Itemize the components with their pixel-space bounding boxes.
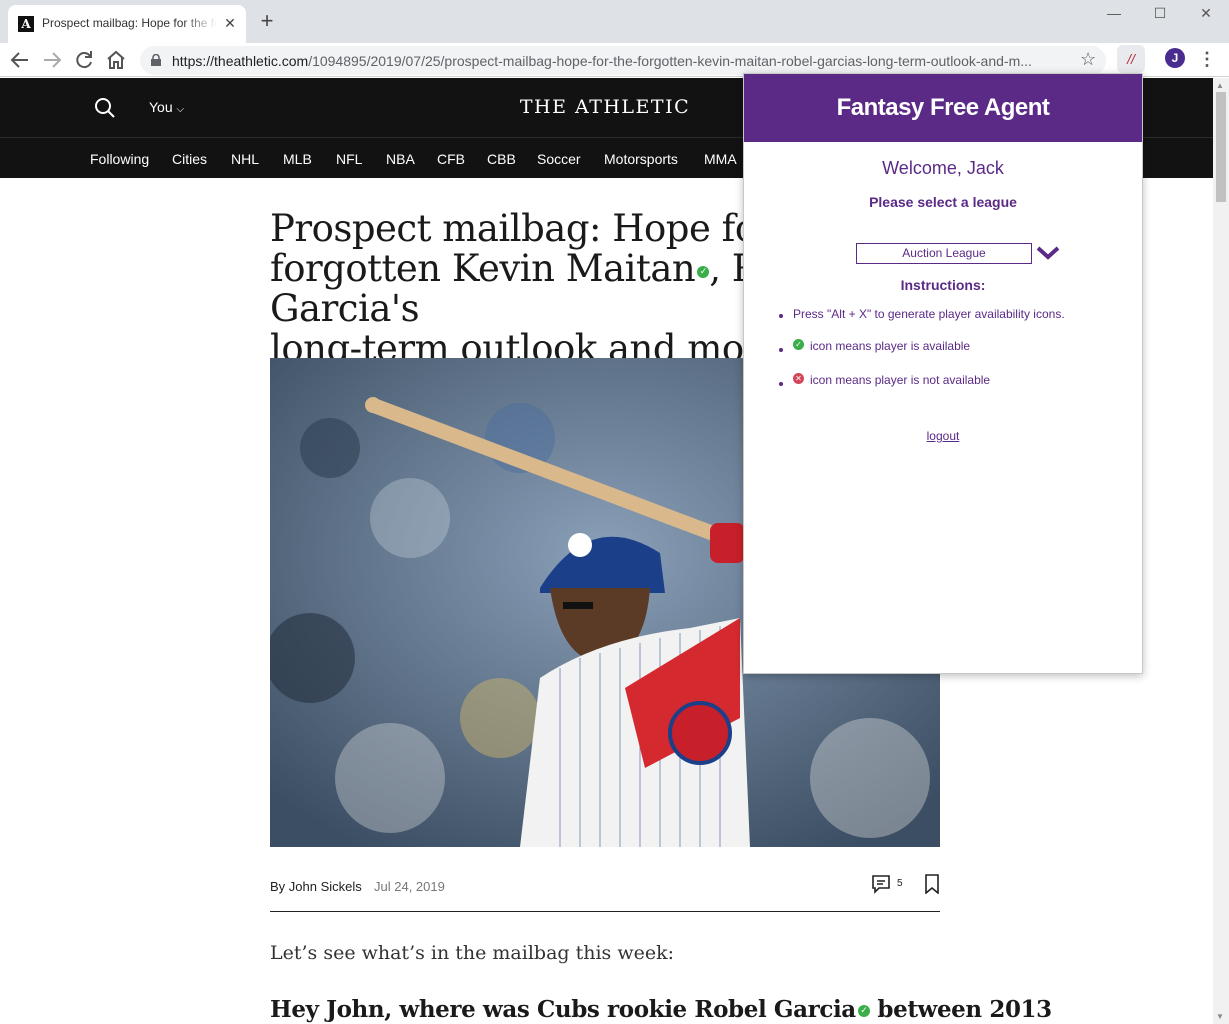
popup-title: Fantasy Free Agent — [836, 94, 1050, 121]
comment-count[interactable]: 5 — [897, 878, 903, 889]
you-menu[interactable]: You ⌵ — [149, 99, 184, 115]
article-intro: Let’s see what’s in the mailbag this wee… — [270, 942, 675, 964]
search-icon[interactable] — [93, 96, 117, 120]
site-logo[interactable]: THE ATHLETIC — [512, 96, 698, 118]
site-favicon-icon: A — [18, 16, 34, 32]
instruction-2: ✓ icon means player is available — [793, 339, 970, 353]
browser-tab[interactable]: A Prospect mailbag: Hope for the forgott… — [8, 5, 246, 43]
divider — [270, 911, 940, 912]
url-text: https://theathletic.com/1094895/2019/07/… — [172, 53, 1032, 69]
profile-avatar[interactable]: J — [1165, 48, 1185, 68]
scroll-up-icon[interactable]: ▲ — [1216, 81, 1224, 90]
scroll-thumb[interactable] — [1216, 92, 1226, 202]
league-select[interactable]: Auction League — [856, 243, 1032, 264]
logout-link[interactable]: logout — [744, 429, 1142, 443]
instruction-1: Press "Alt + X" to generate player avail… — [793, 307, 1065, 321]
bookmark-icon[interactable] — [924, 874, 940, 894]
nav-item-mlb[interactable]: MLB — [283, 151, 312, 167]
minimize-icon[interactable]: — — [1091, 2, 1137, 28]
nav-item-mma[interactable]: MMA — [704, 151, 737, 167]
league-prompt: Please select a league — [869, 194, 1017, 210]
unavailable-x-icon: ✕ — [793, 373, 804, 384]
comment-icon[interactable] — [871, 874, 891, 894]
nav-item-nfl[interactable]: NFL — [336, 151, 362, 167]
nav-item-motorsports[interactable]: Motorsports — [604, 151, 678, 167]
nav-item-nba[interactable]: NBA — [386, 151, 415, 167]
nav-item-soccer[interactable]: Soccer — [537, 151, 581, 167]
scroll-down-icon[interactable]: ▼ — [1216, 1012, 1224, 1021]
new-tab-icon[interactable]: + — [256, 10, 278, 33]
bullet-icon — [779, 382, 783, 386]
bullet-icon — [779, 314, 783, 318]
home-icon[interactable] — [104, 48, 128, 72]
article-subhead: Hey John, where was Cubs rookie Robel Ga… — [270, 996, 1052, 1023]
article-date: Jul 24, 2019 — [374, 879, 445, 894]
close-window-icon[interactable]: ✕ — [1183, 2, 1229, 28]
forward-icon[interactable] — [40, 48, 64, 72]
bullet-icon — [779, 348, 783, 352]
address-bar[interactable]: https://theathletic.com/1094895/2019/07/… — [140, 46, 1106, 75]
nav-item-following[interactable]: Following — [90, 151, 149, 167]
nav-item-cities[interactable]: Cities — [172, 151, 207, 167]
browser-toolbar: https://theathletic.com/1094895/2019/07/… — [0, 43, 1229, 77]
welcome-text: Welcome, Jack — [882, 158, 1004, 178]
nav-item-cbb[interactable]: CBB — [487, 151, 516, 167]
star-icon[interactable]: ☆ — [1080, 49, 1096, 70]
maximize-icon[interactable]: ☐ — [1137, 2, 1183, 28]
fantasy-free-agent-popup: Fantasy Free Agent Welcome, Jack Please … — [743, 73, 1143, 674]
tab-strip: A Prospect mailbag: Hope for the forgott… — [0, 0, 1229, 43]
page-scrollbar[interactable]: ▲ ▼ — [1213, 78, 1229, 1024]
lock-icon — [151, 54, 161, 66]
available-check-icon: ✓ — [697, 265, 710, 278]
available-check-icon: ✓ — [857, 1005, 870, 1017]
instruction-3: ✕ icon means player is not available — [793, 373, 990, 387]
chevron-down-icon: ⌵ — [176, 104, 185, 115]
nav-item-nhl[interactable]: NHL — [231, 151, 259, 167]
popup-header: Fantasy Free Agent — [744, 74, 1142, 142]
extension-icon[interactable]: // — [1117, 45, 1145, 73]
nav-item-cfb[interactable]: CFB — [437, 151, 465, 167]
you-label: You — [149, 99, 173, 115]
article-author[interactable]: By John Sickels — [270, 879, 362, 894]
chevron-down-icon[interactable] — [1035, 244, 1061, 262]
tab-title: Prospect mailbag: Hope for the forgotten… — [42, 16, 217, 30]
back-icon[interactable] — [8, 48, 32, 72]
instructions-title: Instructions: — [900, 277, 986, 293]
available-check-icon: ✓ — [793, 339, 804, 350]
tab-close-icon[interactable]: ✕ — [221, 14, 239, 32]
menu-icon[interactable]: ⋮ — [1198, 48, 1216, 70]
reload-icon[interactable] — [72, 48, 96, 72]
